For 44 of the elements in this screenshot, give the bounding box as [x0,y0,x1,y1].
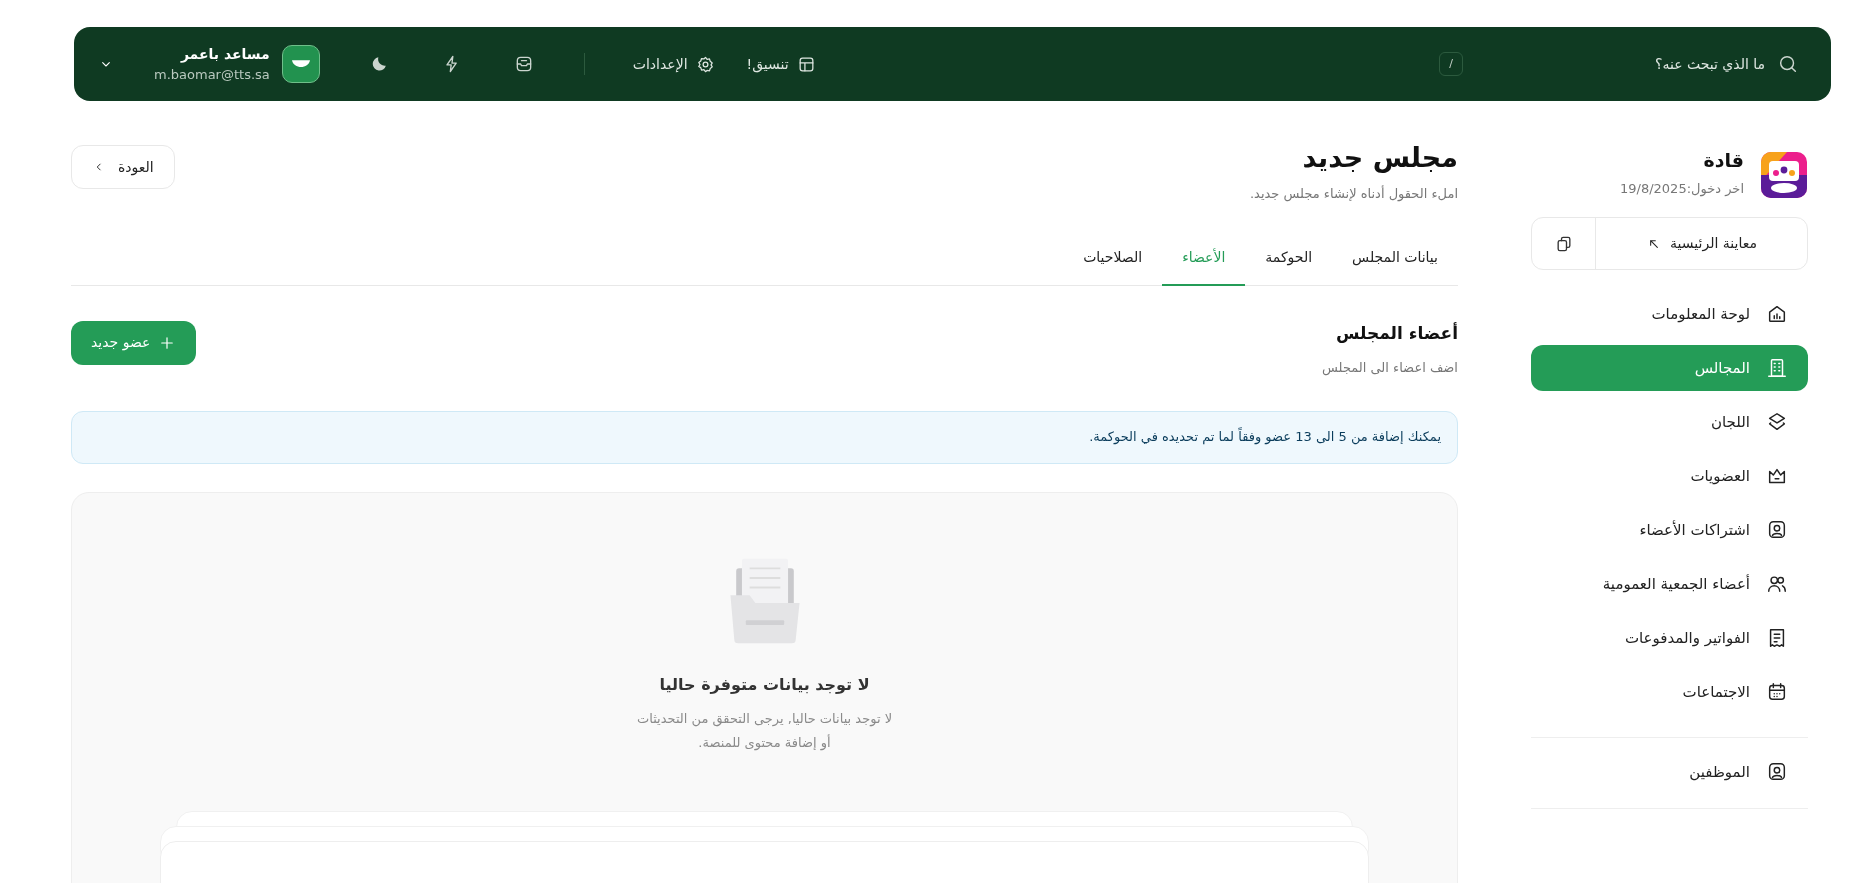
layers-icon [1766,411,1788,433]
user-email: m.baomar@tts.sa [154,65,270,84]
page-subtitle: املء الحقول أدناه لإنشاء مجلس جديد. [1249,184,1458,204]
nav-item[interactable]: اللجان [1531,399,1808,445]
nav-item[interactable]: المجالس [1531,345,1808,391]
search-field[interactable]: ما الذي تبحث عنه؟ [1595,53,1765,75]
tab[interactable]: الأعضاء [1162,231,1246,286]
nav-item[interactable]: الموظفين [1531,749,1808,795]
notice-text: يمكنك إضافة من 5 الى 13 عضو وفقاً لما تم تحديده في الحوكمة. [1089,427,1441,447]
tab[interactable]: الحوكمة [1245,231,1333,286]
empty-state-text: لا توجد بيانات حاليا, يرجى التحقق من التحديثات [636,709,893,728]
section-title: أعضاء المجلس [1335,321,1458,345]
tab[interactable]: الصلاحيات [1063,231,1163,286]
settings-link[interactable]: الإعدادات [632,53,715,75]
nav-item[interactable]: الاجتماعات [1531,669,1808,715]
shortcut-key: / [1439,52,1463,76]
nav-item[interactable]: العضويات [1531,453,1808,499]
nav-item[interactable]: أعضاء الجمعية العمومية [1531,561,1808,607]
logo-icon [1760,151,1808,199]
avatar[interactable] [281,45,320,83]
nav-item[interactable]: الفواتير والمدفوعات [1531,615,1808,661]
user-badge-icon [1766,519,1788,541]
users-icon [1766,573,1788,595]
user-name: مساعد باعمر [180,44,270,65]
user-badge-icon [1766,761,1788,783]
org-name: قادة [1703,148,1744,173]
last-login: اخر دخول:19/8/2025 [1620,179,1744,198]
section-subtitle: اضف اعضاء الى المجلس [1322,359,1458,378]
tab[interactable]: بيانات المجلس [1332,231,1458,286]
home-chart-icon [1766,303,1788,325]
building-icon [1766,357,1788,379]
search-icon [1777,53,1799,75]
settings-icon [695,54,715,74]
empty-state-text: أو إضافة محتوى للمنصة. [698,733,831,753]
nav-item[interactable]: اشتراكات الأعضاء [1531,507,1808,553]
add-member-button[interactable]: عضو جديد [71,320,197,365]
back-button[interactable]: العودة [71,145,175,189]
empty-state-title: لا توجد بيانات متوفرة حاليا [659,673,870,696]
layout-link[interactable]: تنسيق! [746,53,816,75]
smile-icon [291,60,310,68]
page-title: مجلس جديد [1301,141,1458,175]
preview-button[interactable]: معاينة الرئيسية [1596,218,1807,269]
calendar-icon [1766,681,1788,703]
nav-item[interactable]: لوحة المعلومات [1531,291,1808,337]
